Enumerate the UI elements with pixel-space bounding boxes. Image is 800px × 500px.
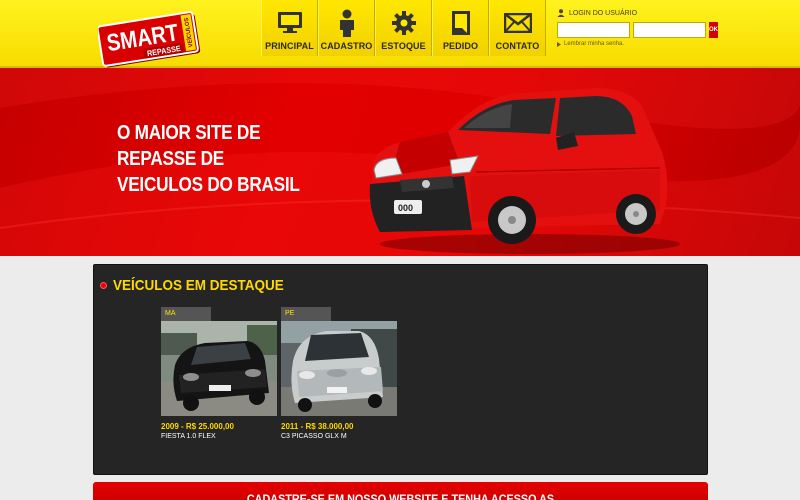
main-nav: PRINCIPAL CADASTRO ESTOQUE PEDIDO CONTAT… bbox=[261, 0, 546, 56]
vehicle-photo[interactable] bbox=[161, 321, 277, 416]
nav-item-pedido[interactable]: PEDIDO bbox=[432, 0, 489, 56]
featured-vehicles-panel: VEÍCULOS EM DESTAQUE MA 2009 - R$ 25.000… bbox=[93, 264, 708, 475]
signup-cta-text: CADASTRE-SE EM NOSSO WEBSITE E TENHA ACE… bbox=[246, 492, 555, 500]
login-title: LOGIN DO USUÁRIO bbox=[557, 8, 717, 18]
nav-item-cadastro[interactable]: CADASTRO bbox=[318, 0, 375, 56]
username-input[interactable] bbox=[557, 22, 630, 38]
signup-cta-bar[interactable]: CADASTRE-SE EM NOSSO WEBSITE E TENHA ACE… bbox=[93, 482, 708, 500]
site-header: SMART REPASSE VEÍCULOS PRINCIPAL CADASTR… bbox=[0, 0, 800, 68]
nav-label: PRINCIPAL bbox=[265, 41, 314, 51]
car-plate: 000 bbox=[398, 203, 413, 213]
remember-password-link[interactable]: Lembrar minha senha. bbox=[557, 41, 717, 47]
vehicle-state-badge: MA bbox=[161, 307, 211, 321]
nav-label: PEDIDO bbox=[442, 41, 479, 51]
bullet-icon bbox=[100, 282, 107, 289]
user-small-icon bbox=[557, 9, 565, 17]
document-icon bbox=[447, 9, 475, 37]
vehicle-model: C3 PICASSO GLX M bbox=[281, 433, 347, 440]
featured-heading: VEÍCULOS EM DESTAQUE bbox=[100, 277, 303, 294]
vehicle-card[interactable]: PE 2011 - R$ 38.000,00 C3 PICASSO GLX M bbox=[281, 307, 397, 440]
vehicle-price: 2011 - R$ 38.000,00 bbox=[281, 422, 354, 431]
nav-item-principal[interactable]: PRINCIPAL bbox=[261, 0, 318, 56]
login-panel: LOGIN DO USUÁRIO OK Lembrar minha senha. bbox=[557, 8, 718, 47]
hero-headline: O MAIOR SITE DE REPASSE DE VEICULOS DO B… bbox=[117, 122, 300, 196]
monitor-icon bbox=[276, 9, 304, 37]
vehicle-card[interactable]: MA 2009 - R$ 25.000,00 FIESTA 1.0 FLEX bbox=[161, 307, 277, 440]
red-car-image: 000 bbox=[369, 88, 680, 254]
nav-label: CADASTRO bbox=[320, 41, 373, 51]
hero-banner: O MAIOR SITE DE REPASSE DE VEICULOS DO B… bbox=[0, 68, 800, 256]
nav-label: CONTATO bbox=[495, 41, 540, 51]
vehicle-state-badge: PE bbox=[281, 307, 331, 321]
featured-title-text: VEÍCULOS EM DESTAQUE bbox=[113, 277, 284, 294]
envelope-icon bbox=[503, 9, 532, 37]
vehicle-model: FIESTA 1.0 FLEX bbox=[161, 433, 216, 440]
vehicle-photo[interactable] bbox=[281, 321, 397, 416]
gear-icon bbox=[390, 9, 418, 37]
remember-password-text: Lembrar minha senha. bbox=[564, 41, 625, 47]
arrow-icon bbox=[557, 41, 561, 47]
user-icon bbox=[333, 9, 361, 37]
login-ok-button[interactable]: OK bbox=[709, 22, 718, 38]
smart-repasse-logo[interactable]: SMART REPASSE VEÍCULOS bbox=[96, 8, 210, 72]
login-form: OK bbox=[557, 22, 718, 38]
nav-item-estoque[interactable]: ESTOQUE bbox=[375, 0, 432, 56]
main-content: VEÍCULOS EM DESTAQUE MA 2009 - R$ 25.000… bbox=[0, 256, 800, 500]
nav-item-contato[interactable]: CONTATO bbox=[489, 0, 546, 56]
nav-label: ESTOQUE bbox=[381, 41, 426, 51]
password-input[interactable] bbox=[633, 22, 706, 38]
login-title-text: LOGIN DO USUÁRIO bbox=[569, 9, 638, 17]
vehicle-price: 2009 - R$ 25.000,00 bbox=[161, 422, 234, 431]
